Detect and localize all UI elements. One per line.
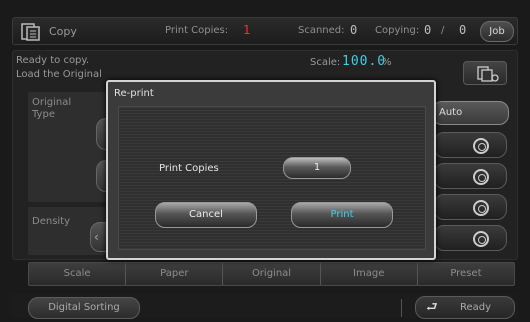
copying-separator: / (441, 25, 445, 36)
copy-settings-icon (477, 66, 499, 82)
copier-screen: Copy Print Copies: 1 Scanned: 0 Copying:… (0, 0, 530, 322)
ring-icon (473, 200, 489, 216)
ring-icon (473, 138, 489, 154)
dialog-body: Print Copies 1 Cancel Print (118, 106, 426, 250)
status-instruction: Load the Original (16, 69, 102, 80)
option-button-4[interactable] (434, 225, 507, 251)
reprint-dialog: Re-print Print Copies 1 Cancel Print (106, 80, 436, 260)
option-button-2[interactable] (434, 163, 507, 189)
page-title: Copy (49, 25, 77, 38)
cancel-button[interactable]: Cancel (155, 202, 257, 228)
density-label: Density (32, 216, 71, 227)
header-bar: Copy Print Copies: 1 Scanned: 0 Copying:… (12, 17, 518, 45)
return-arrow-icon: ⮐ (426, 300, 438, 315)
digital-sorting-button[interactable]: Digital Sorting (28, 297, 140, 319)
copy-icon (21, 23, 40, 41)
tab-preset[interactable]: Preset (418, 263, 514, 285)
tab-original[interactable]: Original (223, 263, 321, 285)
print-copies-label: Print Copies: (165, 25, 229, 36)
option-button-1[interactable] (434, 132, 507, 158)
divider (401, 299, 402, 317)
scanned-counter: 0 (350, 23, 359, 37)
auto-button[interactable]: Auto (432, 101, 509, 125)
scale-label: Scale: (310, 57, 341, 68)
dialog-print-copies-label: Print Copies (159, 163, 219, 174)
print-copies-field[interactable]: 1 (283, 157, 351, 179)
scale-value: 100.0 (342, 54, 387, 69)
tab-image[interactable]: Image (321, 263, 418, 285)
print-copies-counter: 1 (243, 23, 252, 37)
tab-paper[interactable]: Paper (126, 263, 224, 285)
scanned-label: Scanned: (298, 25, 345, 36)
status-message: Ready to copy. (16, 55, 90, 66)
ready-label: Ready (460, 302, 492, 313)
job-button[interactable]: Job (480, 21, 514, 42)
tab-scale[interactable]: Scale (29, 263, 127, 285)
copying-total-counter: 0 (459, 23, 468, 37)
scale-unit: % (382, 57, 392, 68)
function-tab-bar: Scale Paper Original Image Preset (28, 262, 515, 286)
copying-label: Copying: (375, 25, 420, 36)
dialog-title: Re-print (114, 88, 154, 99)
ready-button[interactable]: ⮐ Ready (415, 296, 515, 319)
print-button[interactable]: Print (291, 202, 393, 228)
ring-icon (473, 231, 489, 247)
copying-counter: 0 (424, 23, 433, 37)
option-button-3[interactable] (434, 194, 507, 220)
original-type-label: Original Type (32, 97, 72, 120)
ring-icon (473, 169, 489, 185)
copy-settings-button[interactable] (463, 61, 507, 85)
